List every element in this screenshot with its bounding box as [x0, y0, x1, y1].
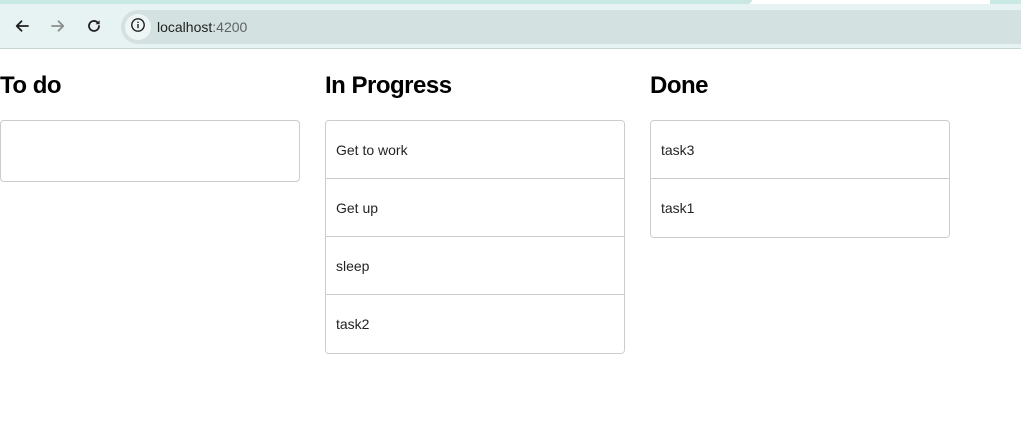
task-item[interactable]: Get to work — [326, 121, 624, 179]
todo-list[interactable] — [0, 120, 300, 182]
address-bar[interactable]: localhost:4200 — [121, 10, 1021, 44]
task-item[interactable]: task1 — [651, 179, 949, 237]
task-item[interactable]: task3 — [651, 121, 949, 179]
reload-icon — [86, 18, 102, 34]
column-title: Done — [650, 72, 709, 99]
site-info-button[interactable] — [125, 14, 151, 40]
kanban-board: To do In Progress Get to work Get up sleep… — [0, 50, 1021, 448]
browser-toolbar: localhost:4200 — [0, 4, 1021, 49]
info-icon — [130, 17, 146, 38]
in-progress-list[interactable]: Get to work Get up sleep task2 — [325, 120, 625, 354]
arrow-left-icon — [14, 18, 30, 34]
reload-button[interactable] — [79, 11, 109, 41]
task-item[interactable]: sleep — [326, 237, 624, 295]
task-item[interactable]: Get up — [326, 179, 624, 237]
forward-button[interactable] — [43, 11, 73, 41]
column-title: To do — [0, 72, 62, 99]
url-text[interactable]: localhost:4200 — [157, 19, 247, 35]
url-port: :4200 — [212, 19, 248, 35]
url-host: localhost — [157, 19, 213, 35]
back-button[interactable] — [7, 11, 37, 41]
column-title: In Progress — [325, 72, 452, 99]
done-list[interactable]: task3 task1 — [650, 120, 950, 238]
task-item[interactable]: task2 — [326, 295, 624, 353]
arrow-right-icon — [50, 18, 66, 34]
